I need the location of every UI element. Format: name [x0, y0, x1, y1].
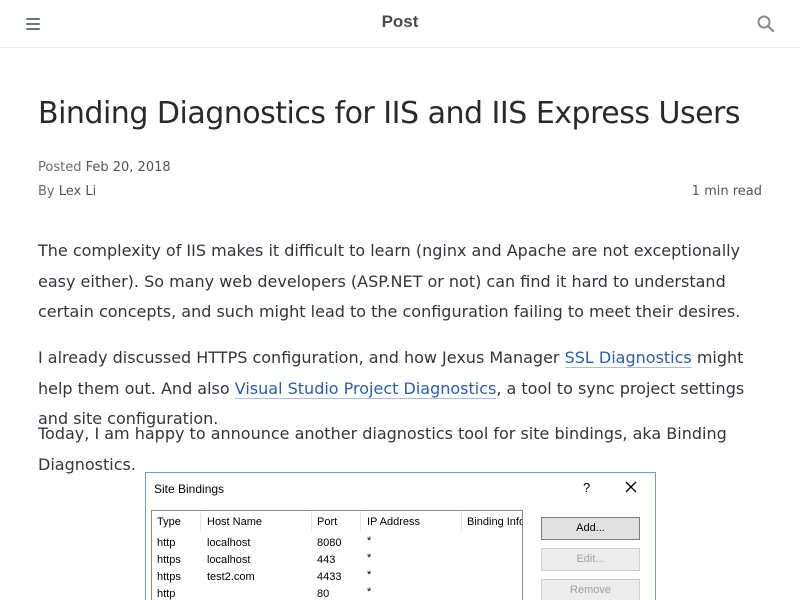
help-icon[interactable]: ?	[583, 480, 590, 495]
paragraph-text: I already discussed HTTPS configuration,…	[38, 348, 565, 367]
row-port[interactable]: 4433	[317, 571, 341, 583]
posted-date: Feb 20, 2018	[85, 160, 171, 175]
post-author: Lex Li	[58, 184, 97, 199]
column-header-ip-address[interactable]: IP Address	[367, 516, 420, 528]
close-icon[interactable]	[624, 480, 638, 494]
column-header-port[interactable]: Port	[317, 516, 337, 528]
project-diagnostics-link[interactable]: Visual Studio Project Diagnostics	[234, 378, 497, 399]
row-ip[interactable]: *	[367, 552, 371, 564]
site-bindings-dialog-screenshot: Site Bindings ? Type Host Name Port IP A…	[145, 472, 656, 600]
page-header-title: Post	[381, 12, 419, 31]
row-type[interactable]: http	[157, 537, 175, 549]
row-type[interactable]: https	[157, 571, 181, 583]
edit-binding-button[interactable]: Edit...	[541, 548, 640, 571]
read-time: 1 min read	[691, 184, 762, 199]
row-ip[interactable]: *	[367, 586, 371, 598]
post-author-line: By Lex Li	[38, 184, 96, 199]
post-date-line: Posted Feb 20, 2018	[38, 160, 171, 175]
row-port[interactable]: 80	[317, 588, 329, 600]
row-host[interactable]: localhost	[207, 537, 250, 549]
posted-label: Posted	[38, 160, 82, 175]
row-ip[interactable]: *	[367, 535, 371, 547]
column-header-type[interactable]: Type	[157, 516, 181, 528]
row-host[interactable]: test2.com	[207, 571, 255, 583]
remove-binding-button[interactable]: Remove	[541, 579, 640, 600]
dialog-title: Site Bindings	[154, 482, 225, 496]
row-type[interactable]: https	[157, 554, 181, 566]
row-type[interactable]: http	[157, 588, 175, 600]
ssl-diagnostics-link[interactable]: SSL Diagnostics	[564, 348, 692, 368]
top-navigation-bar: Post	[0, 0, 800, 48]
by-label: By	[38, 184, 55, 199]
search-icon[interactable]	[757, 15, 777, 35]
column-divider	[200, 511, 201, 531]
row-port[interactable]: 443	[317, 554, 335, 566]
row-host[interactable]: localhost	[207, 554, 250, 566]
column-header-host-name[interactable]: Host Name	[207, 516, 262, 528]
paragraph-intro: The complexity of IIS makes it difficult…	[38, 241, 741, 321]
column-divider	[311, 511, 312, 531]
add-binding-button[interactable]: Add...	[541, 517, 640, 540]
post-title: Binding Diagnostics for IIS and IIS Expr…	[38, 96, 741, 131]
column-divider	[461, 511, 462, 531]
row-ip[interactable]: *	[367, 569, 371, 581]
paragraph-announcement: Today, I am happy to announce another di…	[38, 424, 727, 474]
row-port[interactable]: 8080	[317, 537, 341, 549]
column-header-binding-info[interactable]: Binding Info	[467, 516, 522, 528]
column-divider	[360, 511, 361, 531]
bindings-list[interactable]: Type Host Name Port IP Address Binding I…	[151, 510, 523, 600]
